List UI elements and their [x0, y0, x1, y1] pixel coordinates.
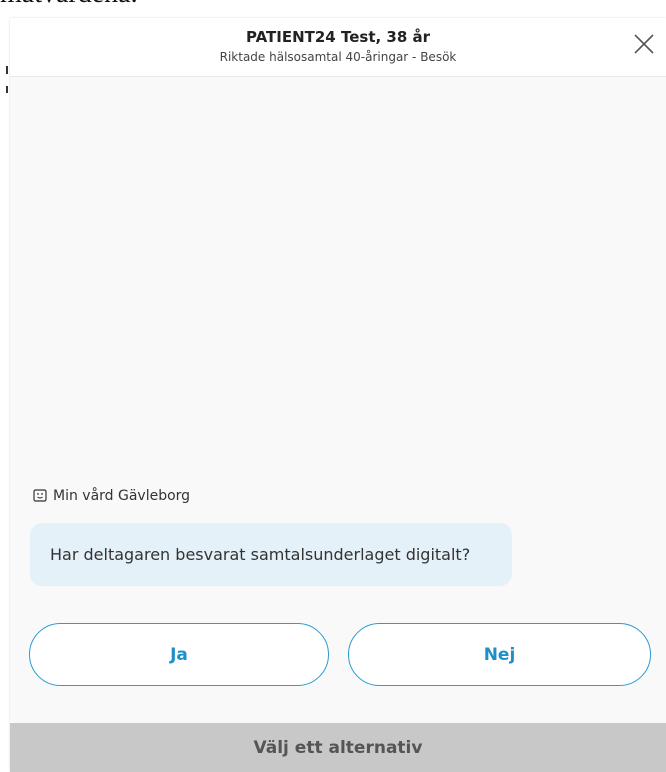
chat-message-text: Har deltagaren besvarat samtalsunderlage…: [50, 545, 471, 564]
chat-dialog: PATIENT24 Test, 38 år Riktade hälsosamta…: [10, 18, 666, 772]
dialog-header: PATIENT24 Test, 38 år Riktade hälsosamta…: [10, 18, 666, 77]
patient-title: PATIENT24 Test, 38 år: [245, 28, 431, 46]
sender-name: Min vård Gävleborg: [53, 488, 191, 504]
close-icon[interactable]: [632, 32, 656, 56]
background-page-fragment: [6, 66, 8, 74]
chat-bot-icon: [33, 489, 47, 503]
footer-label: Välj ett alternativ: [253, 737, 423, 758]
answer-yes-button[interactable]: Ja: [29, 623, 329, 686]
select-alternative-bar: Välj ett alternativ: [10, 723, 666, 772]
chat-message-bubble: Har deltagaren besvarat samtalsunderlage…: [30, 523, 512, 586]
background-page-text: matvärdena.: [0, 0, 138, 10]
answer-no-button[interactable]: Nej: [348, 623, 651, 686]
message-sender: Min vård Gävleborg: [33, 487, 190, 505]
background-page-fragment: [6, 86, 8, 93]
visit-subtitle: Riktade hälsosamtal 40-åringar - Besök: [219, 50, 457, 64]
